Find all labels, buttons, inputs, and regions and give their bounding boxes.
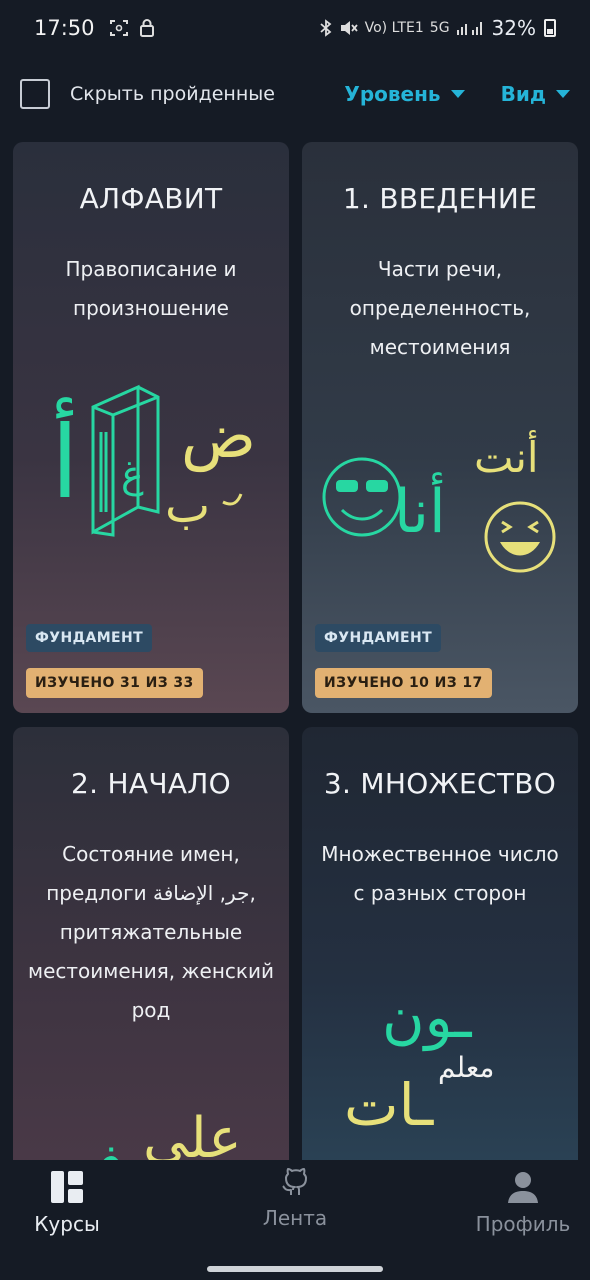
art-glyph: ب — [165, 478, 210, 534]
level-dropdown-label: Уровень — [344, 82, 441, 106]
course-grid: АЛФАВИТ Правописание и произношение أ غ … — [13, 142, 578, 1162]
art-glyph: أنا — [394, 472, 446, 547]
nav-item-profile[interactable]: Профиль — [448, 1170, 590, 1236]
github-icon — [282, 1168, 307, 1195]
hide-completed-label[interactable]: Скрыть пройденные — [70, 83, 275, 105]
art-glyph: ض — [181, 399, 256, 472]
course-title: 1. ВВЕДЕНИЕ — [342, 182, 538, 215]
introduction-illustration: أنا أنت — [322, 430, 556, 573]
bottom-nav: Курсы Лента Профиль — [0, 1160, 590, 1280]
course-description: Части речи, определенность, местоимения — [349, 257, 531, 359]
status-time: 17:50 — [34, 16, 95, 40]
bluetooth-icon — [320, 19, 332, 37]
signal-icon — [456, 22, 482, 35]
status-bar: 17:50 Vo) LTE1 5G 32% — [0, 0, 590, 56]
course-description: Множественное число с разных сторон — [321, 842, 559, 905]
nav-label: Лента — [262, 1206, 328, 1230]
chevron-down-icon — [556, 90, 570, 98]
screenshot-icon — [109, 20, 128, 36]
network-5g-label: 5G — [429, 20, 450, 36]
beginning-illustration: على في — [53, 1106, 242, 1162]
user-icon — [508, 1172, 538, 1203]
nav-label: Курсы — [34, 1212, 100, 1236]
course-card-plural[interactable]: 3. МНОЖЕСТВО Множественное число с разны… — [302, 727, 578, 1162]
art-glyph: معلم — [438, 1051, 494, 1084]
course-title: 2. НАЧАЛО — [71, 767, 231, 800]
art-glyph: غ — [121, 452, 144, 496]
course-title: АЛФАВИТ — [79, 182, 223, 215]
course-card-beginning[interactable]: 2. НАЧАЛО Состояние имен, предлоги جر, ا… — [13, 727, 289, 1162]
course-card-introduction[interactable]: 1. ВВЕДЕНИЕ Части речи, определенность, … — [302, 142, 578, 713]
level-dropdown[interactable]: Уровень — [344, 82, 465, 106]
alphabet-illustration: أ غ ض ب — [51, 384, 256, 537]
mute-icon — [340, 21, 358, 35]
art-glyph: أنت — [474, 430, 539, 482]
network-label: Vo) LTE1 — [364, 20, 424, 36]
art-glyph: أ — [51, 397, 79, 521]
lock-icon — [139, 19, 154, 37]
grid-icon — [51, 1171, 83, 1203]
view-dropdown[interactable]: Вид — [501, 82, 570, 106]
nav-label: Профиль — [475, 1212, 571, 1236]
art-glyph: ـون — [382, 983, 473, 1052]
course-card-alphabet[interactable]: АЛФАВИТ Правописание и произношение أ غ … — [13, 142, 289, 713]
battery-percent: 32% — [491, 16, 536, 40]
art-glyph: في — [53, 1132, 124, 1162]
course-description: Правописание и произношение — [65, 257, 237, 320]
level-badge: ФУНДАМЕНТ — [26, 624, 153, 652]
home-indicator[interactable] — [207, 1266, 383, 1272]
chevron-down-icon — [450, 90, 465, 98]
battery-icon — [544, 19, 556, 37]
nav-item-courses[interactable]: Курсы — [0, 1170, 142, 1236]
progress-badge: ИЗУЧЕНО 31 ИЗ 33 — [26, 668, 203, 698]
hide-completed-checkbox[interactable] — [20, 79, 50, 109]
art-stroke — [222, 493, 243, 506]
course-title: 3. МНОЖЕСТВО — [323, 767, 557, 800]
sunglasses-smiley-icon — [322, 457, 402, 537]
level-badge: ФУНДАМЕНТ — [315, 624, 442, 652]
art-glyph: على — [143, 1106, 242, 1162]
progress-badge: ИЗУЧЕНО 10 ИЗ 17 — [315, 668, 492, 698]
filter-bar: Скрыть пройденные Уровень Вид — [0, 68, 590, 120]
art-glyph: ـات — [344, 1071, 434, 1139]
laughing-smiley-icon — [484, 501, 556, 573]
course-description: Состояние имен, предлоги جر, الإضافة, пр… — [28, 842, 274, 1022]
plural-illustration: ـون معلم ـات — [344, 983, 494, 1139]
view-dropdown-label: Вид — [500, 82, 546, 106]
nav-item-feed[interactable]: Лента — [220, 1166, 370, 1230]
